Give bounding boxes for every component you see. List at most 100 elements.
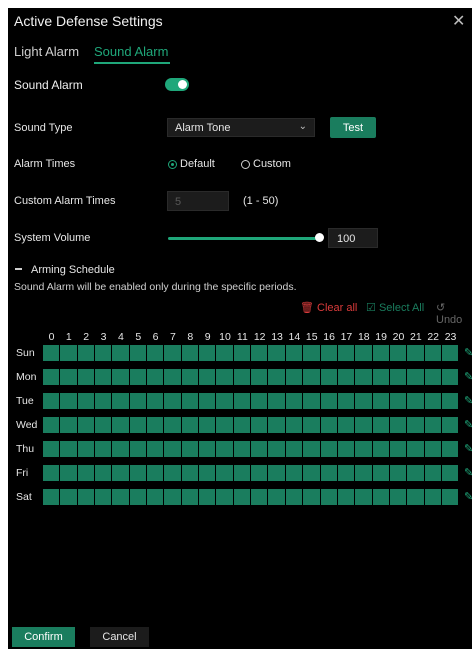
schedule-cell[interactable]: [43, 345, 61, 361]
schedule-cell[interactable]: [60, 393, 78, 409]
schedule-cell[interactable]: [43, 393, 61, 409]
schedule-cell[interactable]: [181, 417, 200, 433]
schedule-cell[interactable]: [251, 441, 269, 457]
schedule-cell[interactable]: [285, 489, 304, 505]
schedule-cell[interactable]: [303, 369, 321, 385]
sound-type-select[interactable]: Alarm Tone ⌄: [167, 118, 315, 137]
schedule-cell[interactable]: [112, 465, 130, 481]
schedule-cell[interactable]: [268, 465, 286, 481]
sound-alarm-toggle[interactable]: [165, 78, 189, 91]
edit-icon[interactable]: ✎: [464, 418, 472, 431]
schedule-cell[interactable]: [355, 441, 373, 457]
custom-alarm-times-input[interactable]: 5: [167, 191, 229, 211]
edit-icon[interactable]: ✎: [464, 490, 472, 503]
schedule-cell[interactable]: [337, 369, 356, 385]
schedule-cell[interactable]: [129, 393, 148, 409]
clear-all-button[interactable]: 🗑 Clear all: [300, 301, 357, 314]
schedule-cell[interactable]: [199, 441, 217, 457]
schedule-cell[interactable]: [43, 441, 61, 457]
tab-light-alarm[interactable]: Light Alarm: [14, 44, 79, 59]
schedule-cell[interactable]: [181, 369, 200, 385]
schedule-cell[interactable]: [233, 489, 252, 505]
schedule-cell[interactable]: [424, 441, 442, 457]
schedule-cell[interactable]: [199, 369, 217, 385]
schedule-cell[interactable]: [199, 465, 217, 481]
schedule-cell[interactable]: [268, 441, 286, 457]
schedule-cell[interactable]: [181, 489, 200, 505]
schedule-cell[interactable]: [95, 441, 113, 457]
schedule-cell[interactable]: [320, 369, 338, 385]
schedule-cell[interactable]: [407, 417, 425, 433]
schedule-cell[interactable]: [181, 465, 200, 481]
schedule-cell[interactable]: [216, 465, 234, 481]
edit-icon[interactable]: ✎: [464, 346, 472, 359]
schedule-cell[interactable]: [389, 441, 408, 457]
schedule-cell[interactable]: [112, 393, 130, 409]
schedule-cell[interactable]: [441, 441, 460, 457]
schedule-cell[interactable]: [77, 369, 96, 385]
schedule-cell[interactable]: [199, 489, 217, 505]
schedule-cell[interactable]: [112, 417, 130, 433]
schedule-cell[interactable]: [337, 441, 356, 457]
schedule-cell[interactable]: [147, 369, 165, 385]
schedule-cell[interactable]: [355, 393, 373, 409]
schedule-cell[interactable]: [389, 369, 408, 385]
schedule-cell[interactable]: [95, 417, 113, 433]
schedule-cell[interactable]: [407, 369, 425, 385]
schedule-cell[interactable]: [164, 489, 182, 505]
schedule-cell[interactable]: [43, 417, 61, 433]
schedule-cell[interactable]: [424, 489, 442, 505]
schedule-cell[interactable]: [251, 465, 269, 481]
schedule-cell[interactable]: [285, 417, 304, 433]
schedule-cell[interactable]: [268, 417, 286, 433]
schedule-cell[interactable]: [337, 345, 356, 361]
schedule-cell[interactable]: [199, 417, 217, 433]
schedule-cell[interactable]: [77, 393, 96, 409]
schedule-cell[interactable]: [389, 345, 408, 361]
schedule-cell[interactable]: [216, 489, 234, 505]
schedule-cell[interactable]: [112, 345, 130, 361]
schedule-cell[interactable]: [251, 345, 269, 361]
schedule-cell[interactable]: [372, 465, 390, 481]
tab-sound-alarm[interactable]: Sound Alarm: [94, 44, 168, 59]
schedule-cell[interactable]: [181, 345, 200, 361]
schedule-cell[interactable]: [441, 417, 460, 433]
schedule-cell[interactable]: [303, 489, 321, 505]
volume-slider-track[interactable]: [168, 237, 318, 240]
schedule-cell[interactable]: [441, 465, 460, 481]
schedule-cell[interactable]: [285, 345, 304, 361]
schedule-cell[interactable]: [95, 369, 113, 385]
schedule-cell[interactable]: [129, 369, 148, 385]
edit-icon[interactable]: ✎: [464, 370, 472, 383]
schedule-cell[interactable]: [424, 393, 442, 409]
schedule-cell[interactable]: [216, 369, 234, 385]
test-button[interactable]: Test: [330, 117, 376, 138]
schedule-cell[interactable]: [199, 393, 217, 409]
schedule-cell[interactable]: [424, 345, 442, 361]
schedule-cell[interactable]: [164, 465, 182, 481]
schedule-cell[interactable]: [43, 489, 61, 505]
schedule-cell[interactable]: [268, 369, 286, 385]
schedule-cell[interactable]: [372, 489, 390, 505]
schedule-cell[interactable]: [95, 465, 113, 481]
schedule-cell[interactable]: [233, 417, 252, 433]
schedule-cell[interactable]: [320, 465, 338, 481]
schedule-cell[interactable]: [164, 441, 182, 457]
schedule-cell[interactable]: [320, 441, 338, 457]
schedule-cell[interactable]: [389, 417, 408, 433]
schedule-cell[interactable]: [320, 489, 338, 505]
schedule-cell[interactable]: [164, 345, 182, 361]
undo-button[interactable]: ↺ Undo: [436, 301, 472, 326]
schedule-cell[interactable]: [77, 441, 96, 457]
schedule-cell[interactable]: [424, 417, 442, 433]
edit-icon[interactable]: ✎: [464, 394, 472, 407]
schedule-cell[interactable]: [112, 441, 130, 457]
cancel-button[interactable]: Cancel: [90, 627, 149, 647]
schedule-cell[interactable]: [233, 441, 252, 457]
schedule-cell[interactable]: [441, 369, 460, 385]
schedule-cell[interactable]: [251, 393, 269, 409]
schedule-cell[interactable]: [320, 345, 338, 361]
schedule-cell[interactable]: [407, 489, 425, 505]
schedule-cell[interactable]: [372, 417, 390, 433]
schedule-cell[interactable]: [77, 345, 96, 361]
